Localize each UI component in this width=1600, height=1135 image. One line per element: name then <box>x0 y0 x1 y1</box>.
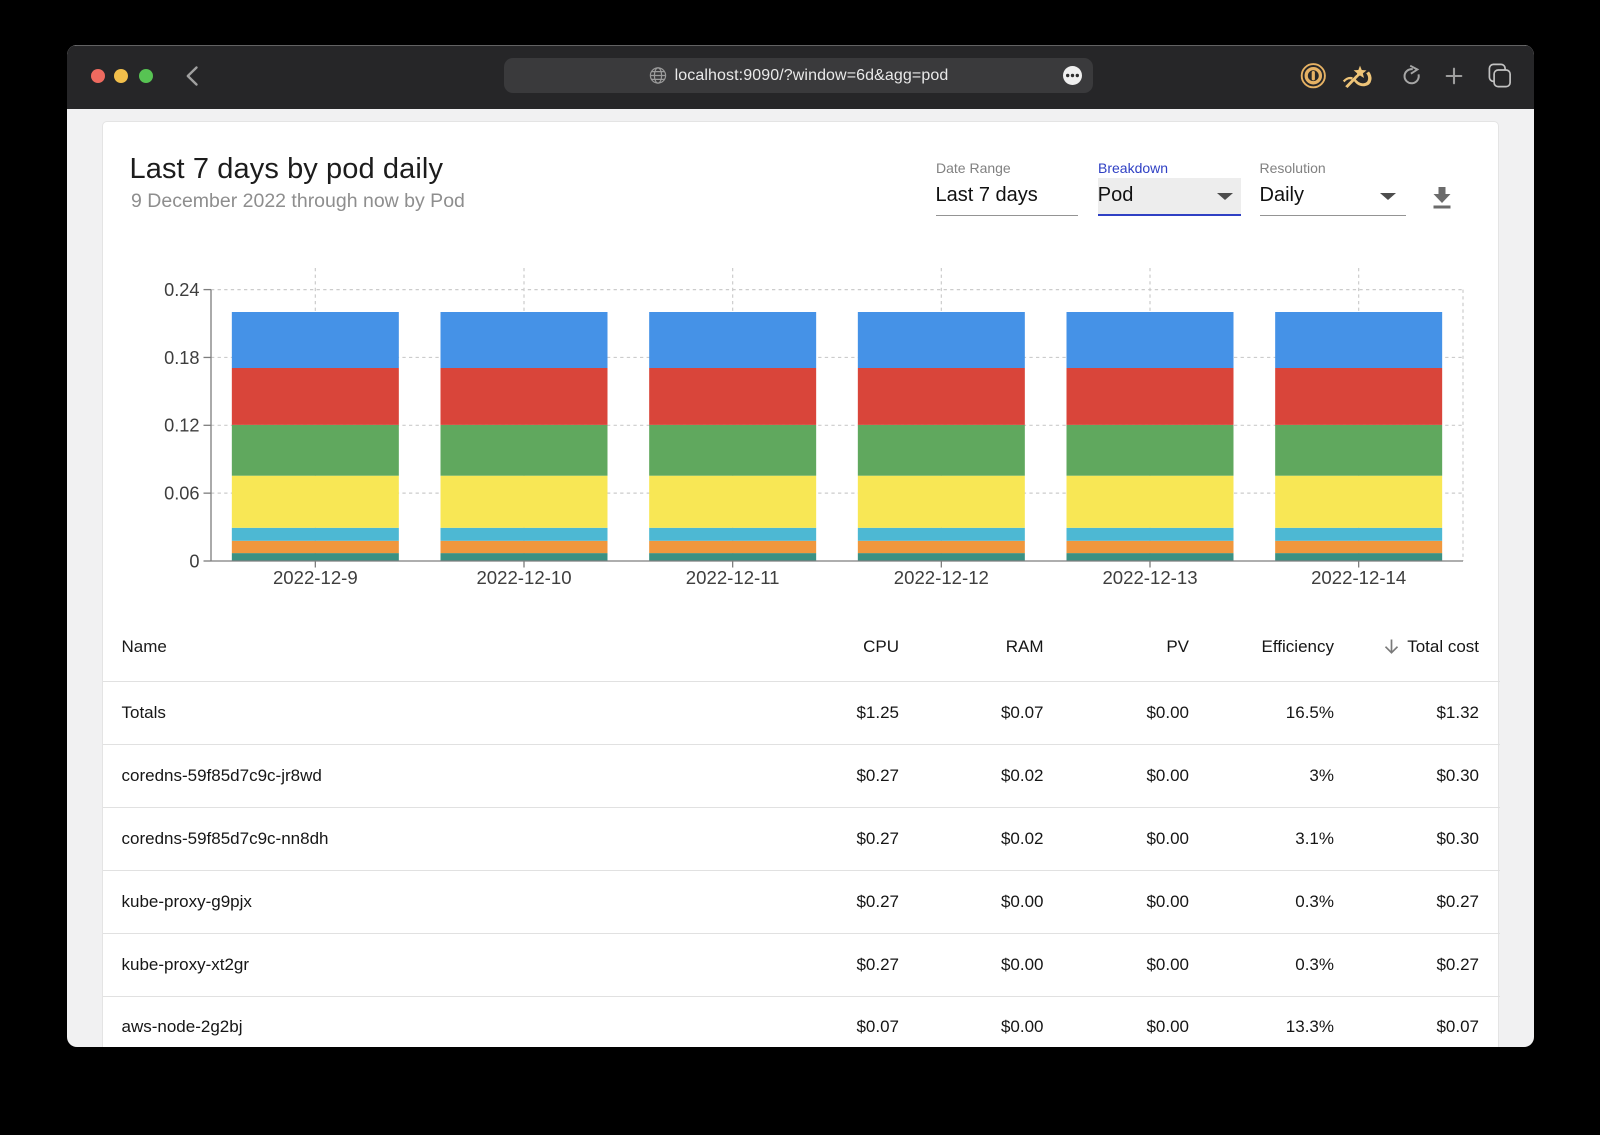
svg-text:2022-12-12: 2022-12-12 <box>893 567 988 588</box>
svg-text:2022-12-11: 2022-12-11 <box>685 567 779 588</box>
svg-text:2022-12-13: 2022-12-13 <box>1102 567 1197 588</box>
svg-text:0.18: 0.18 <box>164 348 199 368</box>
svg-text:0.24: 0.24 <box>164 280 199 300</box>
svg-text:0.06: 0.06 <box>164 484 199 504</box>
svg-text:2022-12-10: 2022-12-10 <box>476 567 571 588</box>
svg-text:0: 0 <box>189 551 199 571</box>
svg-text:2022-12-14: 2022-12-14 <box>1311 567 1406 588</box>
svg-text:0.12: 0.12 <box>164 416 199 436</box>
svg-text:2022-12-9: 2022-12-9 <box>272 567 357 588</box>
